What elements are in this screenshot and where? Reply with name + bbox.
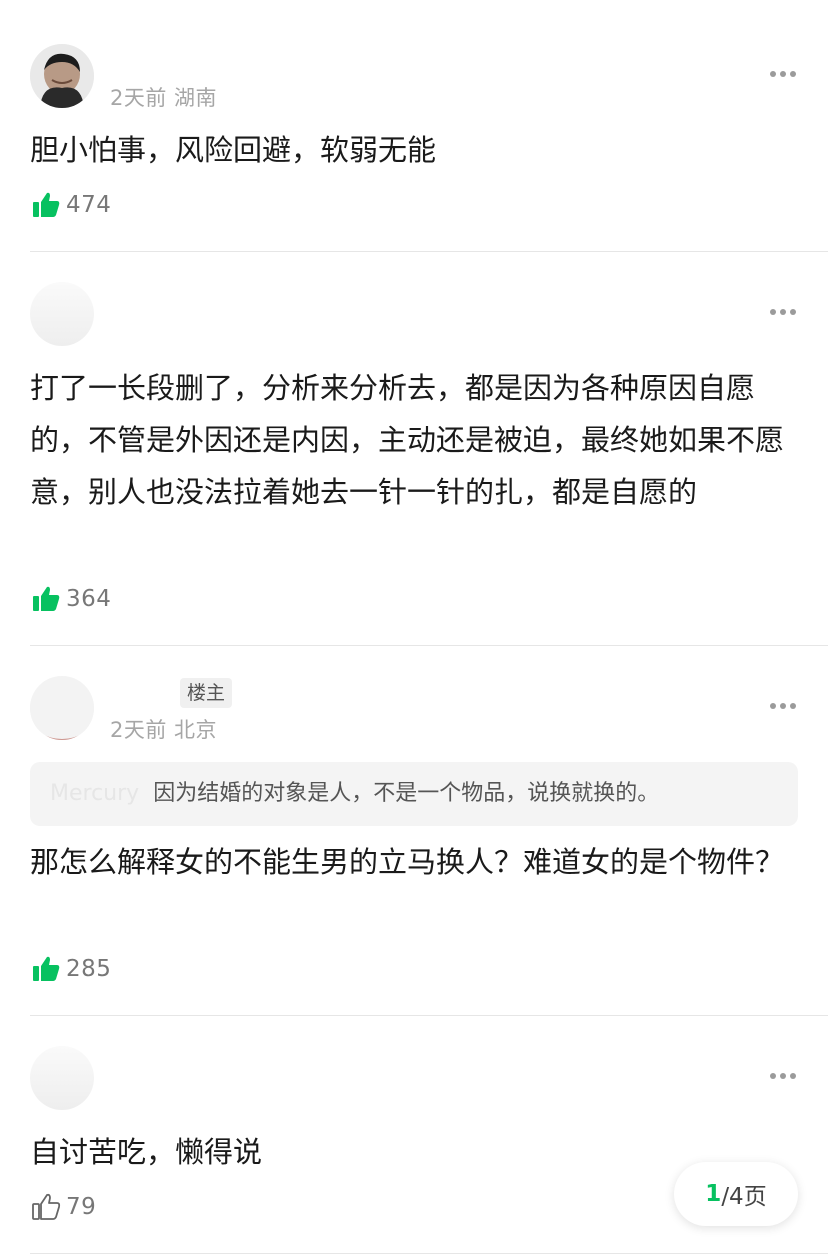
comment-meta: 2天前 湖南 (110, 86, 218, 110)
thumbs-up-icon (33, 956, 60, 981)
like-count: 285 (66, 956, 112, 982)
more-options-icon[interactable] (766, 1058, 796, 1084)
divider (30, 645, 828, 646)
thumbs-up-icon (33, 192, 60, 217)
quoted-text: 因为结婚的对象是人，不是一个物品，说换就换的。 (153, 781, 660, 806)
more-options-icon[interactable] (766, 56, 796, 82)
divider (30, 1015, 828, 1016)
divider (30, 1253, 828, 1254)
comment-text: 那怎么解释女的不能生男的立马换人？难道女的是个物件？ (30, 845, 785, 879)
comment-text: 打了一长段删了，分析来分析去，都是因为各种原因自愿的，不管是外因还是内因，主动还… (30, 371, 785, 509)
quoted-username: Mercury (50, 781, 140, 806)
avatar[interactable] (30, 1046, 94, 1110)
like-button[interactable]: 285 (30, 952, 111, 986)
like-button[interactable]: 474 (30, 188, 111, 222)
avatar[interactable] (30, 44, 94, 108)
quoted-reply[interactable]: Mercury 因为结婚的对象是人，不是一个物品，说换就换的。 (30, 762, 798, 826)
total-pages: /4页 (721, 1184, 767, 1210)
like-count: 79 (66, 1194, 97, 1220)
like-button[interactable]: 79 (30, 1190, 96, 1224)
like-count: 474 (66, 192, 112, 218)
comment-meta: 2天前 北京 (110, 718, 218, 742)
like-count: 364 (66, 586, 112, 612)
like-button[interactable]: 364 (30, 582, 111, 616)
comment-text: 胆小怕事，风险回避，软弱无能 (30, 133, 437, 167)
current-page: 1 (705, 1181, 722, 1207)
page-indicator-button[interactable]: 1/4页 (674, 1162, 798, 1226)
thumbs-up-icon (33, 586, 60, 611)
op-badge: 楼主 (180, 678, 233, 708)
avatar[interactable] (30, 676, 94, 740)
avatar[interactable] (30, 282, 94, 346)
more-options-icon[interactable] (766, 688, 796, 714)
more-options-icon[interactable] (766, 294, 796, 320)
thumbs-up-outline-icon (32, 1193, 61, 1220)
divider (30, 251, 828, 252)
